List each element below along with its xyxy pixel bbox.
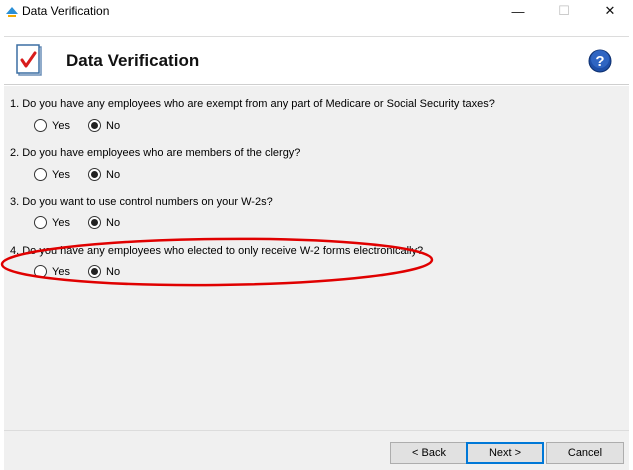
q4-no-radio[interactable]: No [88,265,120,278]
radio-label: No [106,265,121,278]
question-2: 2. Do you have employees who are members… [10,147,301,159]
help-icon[interactable]: ? [588,49,612,73]
minimize-button[interactable]: — [495,0,541,22]
radio-circle[interactable] [88,168,101,181]
radio-label: Yes [52,216,70,229]
cancel-button[interactable]: Cancel [546,442,624,464]
radio-circle[interactable] [34,168,47,181]
title-bar: Data Verification — ☐ ✕ [0,0,633,22]
question-4: 4. Do you have any employees who elected… [10,245,424,257]
radio-label: Yes [52,265,70,278]
back-button[interactable]: < Back [390,442,468,464]
maximize-button[interactable]: ☐ [541,0,587,22]
radio-label: No [106,168,121,181]
next-button[interactable]: Next > [466,442,544,464]
document-check-icon [16,44,46,78]
page-title: Data Verification [66,51,200,70]
radio-circle[interactable] [34,265,47,278]
radio-label: Yes [52,168,70,181]
q4-yes-radio[interactable]: Yes [34,265,70,278]
radio-label: Yes [52,119,70,132]
radio-label: No [106,119,121,132]
close-button[interactable]: ✕ [587,0,633,22]
q3-no-radio[interactable]: No [88,216,120,229]
dialog-footer: < Back Next > Cancel [4,430,629,470]
window-title: Data Verification [22,4,110,18]
q1-no-radio[interactable]: No [88,119,120,132]
radio-circle[interactable] [88,216,101,229]
app-logo-icon [4,3,20,19]
q2-yes-radio[interactable]: Yes [34,168,70,181]
q2-no-radio[interactable]: No [88,168,120,181]
q1-yes-radio[interactable]: Yes [34,119,70,132]
radio-circle[interactable] [88,119,101,132]
svg-text:?: ? [595,53,604,70]
question-3: 3. Do you want to use control numbers on… [10,196,273,208]
radio-circle[interactable] [34,119,47,132]
radio-circle[interactable] [34,216,47,229]
q3-yes-radio[interactable]: Yes [34,216,70,229]
question-1: 1. Do you have any employees who are exe… [10,98,495,110]
dialog-header: Data Verification ? [4,36,629,85]
questions-panel: 1. Do you have any employees who are exe… [4,86,629,430]
radio-label: No [106,216,121,229]
radio-circle[interactable] [88,265,101,278]
